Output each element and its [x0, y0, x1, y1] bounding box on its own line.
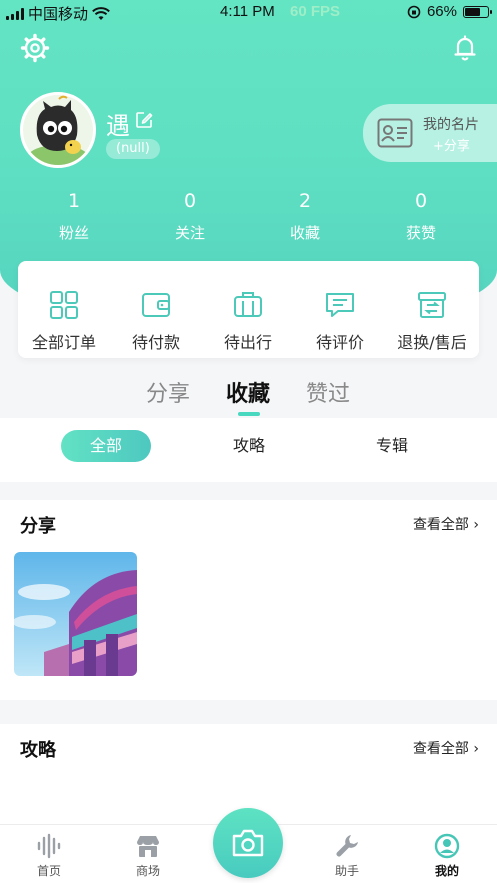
tab-label: 我的 — [434, 864, 459, 878]
order-aftersale-button[interactable]: 退换/售后 — [386, 261, 478, 358]
gear-icon — [20, 33, 50, 63]
stat-following[interactable]: 0 关注 — [150, 190, 230, 243]
wifi-icon — [92, 6, 110, 20]
active-tab-indicator — [238, 412, 260, 416]
settings-button[interactable] — [20, 33, 50, 63]
tab-share[interactable]: 分享 — [146, 376, 190, 408]
notifications-button[interactable] — [450, 33, 480, 63]
wallet-icon — [142, 293, 170, 317]
building-photo — [14, 552, 137, 676]
avatar-illustration — [23, 95, 93, 165]
tab-mine[interactable]: 我的 — [417, 833, 477, 879]
stat-value: 0 — [183, 190, 197, 212]
rotation-lock-icon — [407, 5, 421, 18]
tab-liked[interactable]: 赞过 — [306, 376, 350, 408]
stat-value: 1 — [67, 190, 81, 212]
tab-label: 商场 — [135, 864, 160, 878]
wrench-icon — [336, 835, 358, 857]
order-label: 全部订单 — [31, 333, 96, 352]
comment-icon — [326, 293, 354, 317]
stat-label: 粉丝 — [58, 224, 89, 242]
sound-wave-icon — [37, 833, 61, 859]
stat-label: 获赞 — [405, 224, 436, 242]
avatar[interactable] — [20, 92, 96, 168]
username: 遇 — [106, 112, 130, 140]
return-box-icon — [418, 292, 446, 318]
tab-label: 助手 — [334, 864, 359, 878]
order-review-button[interactable]: 待评价 — [294, 261, 386, 358]
store-icon — [137, 836, 159, 857]
status-bar: 中国移动 4:11 PM 60 FPS 66% — [0, 0, 497, 24]
order-travel-button[interactable]: 待出行 — [202, 261, 294, 358]
filter-albums[interactable]: 专辑 — [363, 430, 421, 462]
stat-followers[interactable]: 1 粉丝 — [34, 190, 114, 243]
user-badge: (null) — [106, 139, 160, 159]
order-label: 退换/售后 — [397, 333, 467, 352]
carrier-label: 中国移动 — [28, 6, 89, 23]
my-card-button[interactable]: 我的名片 +分享 — [363, 104, 497, 162]
stat-value: 0 — [414, 190, 428, 212]
clock: 4:11 PM — [220, 3, 275, 20]
order-label: 待出行 — [223, 333, 272, 352]
orders-card: 全部订单 待付款 待出行 待评价 退换/售后 — [18, 261, 479, 358]
share-card-link[interactable]: +分享 — [433, 135, 470, 154]
id-card-icon — [377, 118, 413, 148]
battery-percent: 66% — [426, 3, 457, 20]
my-card-title: 我的名片 — [423, 117, 479, 133]
stat-label: 收藏 — [289, 224, 320, 242]
filter-guides[interactable]: 攻略 — [220, 430, 278, 462]
camera-icon — [232, 829, 264, 857]
view-all-link[interactable]: 查看全部 › — [413, 738, 479, 758]
view-all-link[interactable]: 查看全部 › — [413, 514, 479, 534]
order-unpaid-button[interactable]: 待付款 — [110, 261, 202, 358]
section-title: 分享 — [20, 516, 56, 537]
share-section: 分享 查看全部 › — [0, 500, 497, 700]
stat-favorites[interactable]: 2 收藏 — [265, 190, 345, 243]
tab-mall[interactable]: 商场 — [118, 833, 178, 879]
stat-value: 2 — [298, 190, 312, 212]
suitcase-icon — [234, 292, 262, 317]
edit-icon — [136, 112, 153, 128]
camera-button[interactable] — [213, 808, 283, 878]
tab-label: 首页 — [36, 864, 61, 878]
user-circle-icon — [434, 833, 460, 859]
stats-row: 1 粉丝 0 关注 2 收藏 0 获赞 — [0, 190, 497, 250]
share-thumbnail[interactable] — [14, 552, 137, 676]
stat-likes[interactable]: 0 获赞 — [381, 190, 461, 243]
tab-home[interactable]: 首页 — [19, 833, 79, 879]
order-label: 待评价 — [315, 333, 364, 352]
order-label: 待付款 — [131, 333, 180, 352]
tab-favorites[interactable]: 收藏 — [226, 376, 270, 408]
signal-icon — [6, 7, 24, 20]
content-tabs: 分享 收藏 赞过 — [0, 376, 497, 416]
stat-label: 关注 — [174, 224, 205, 242]
filter-all[interactable]: 全部 — [61, 430, 151, 462]
fps-counter: 60 FPS — [290, 3, 341, 20]
bell-icon — [454, 35, 476, 61]
filter-bar: 全部 攻略 专辑 — [0, 418, 497, 482]
order-all-button[interactable]: 全部订单 — [18, 261, 110, 358]
section-title: 攻略 — [20, 740, 56, 761]
edit-profile-button[interactable] — [135, 111, 153, 129]
battery-icon — [463, 5, 492, 18]
tab-assistant[interactable]: 助手 — [317, 833, 377, 879]
grid-icon — [50, 291, 78, 319]
